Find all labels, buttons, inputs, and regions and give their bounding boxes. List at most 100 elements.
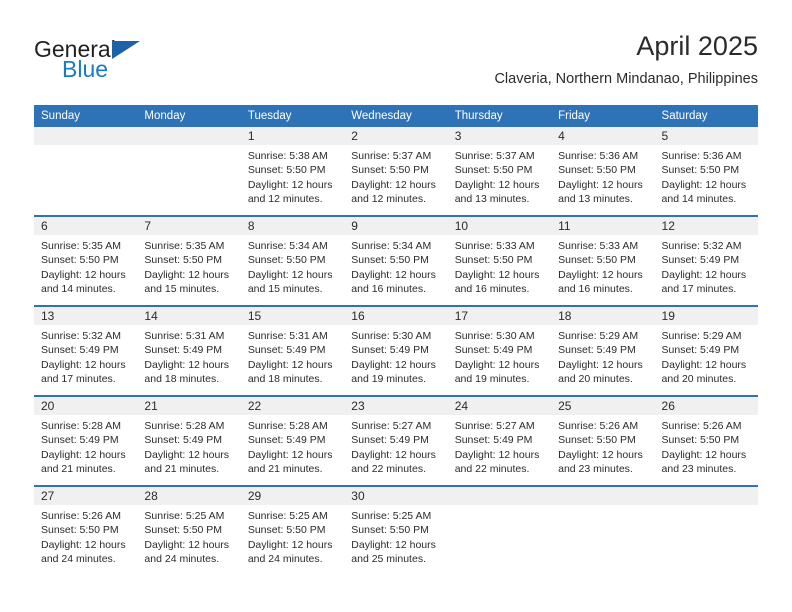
calendar-day-cell[interactable]: 23 Sunrise: 5:27 AM Sunset: 5:49 PM Dayligh… [344, 395, 448, 486]
daylight-text: Daylight: 12 hours and 23 minutes. [558, 448, 643, 476]
calendar-day-cell[interactable]: 24 Sunrise: 5:27 AM Sunset: 5:49 PM Dayligh… [447, 395, 552, 486]
daylight-text: Daylight: 12 hours and 21 minutes. [41, 448, 126, 476]
calendar-week-row: 27 Sunrise: 5:26 AM Sunset: 5:50 PM Dayligh… [34, 485, 758, 575]
sunset-text: Sunset: 5:49 PM [351, 344, 429, 357]
daylight-text: Daylight: 12 hours and 12 minutes. [351, 178, 436, 206]
day-details: Sunrise: 5:31 AM Sunset: 5:49 PM Daylight:… [241, 325, 344, 387]
sunrise-text: Sunrise: 5:29 AM [558, 330, 639, 342]
sunset-text: Sunset: 5:49 PM [661, 344, 740, 357]
sunrise-text: Sunrise: 5:25 AM [351, 510, 432, 522]
day-number: 28 [137, 487, 241, 505]
daylight-text: Daylight: 12 hours and 21 minutes. [144, 448, 230, 476]
sunset-text: Sunset: 5:50 PM [351, 164, 429, 177]
calendar-day-cell[interactable]: 26 Sunrise: 5:26 AM Sunset: 5:50 PM Dayligh… [654, 395, 758, 486]
day-number: 5 [654, 127, 758, 145]
day-details: Sunrise: 5:27 AM Sunset: 5:49 PM Daylight:… [344, 415, 447, 477]
calendar-day-cell[interactable]: 30 Sunrise: 5:25 AM Sunset: 5:50 PM Dayligh… [344, 485, 448, 575]
title-block: April 2025 Claveria, Northern Mindanao, … [494, 30, 758, 88]
sunrise-text: Sunrise: 5:26 AM [41, 510, 121, 522]
sunset-text: Sunset: 5:50 PM [41, 254, 119, 267]
daylight-text: Daylight: 12 hours and 17 minutes. [41, 358, 126, 386]
calendar-day-cell[interactable]: 12 Sunrise: 5:32 AM Sunset: 5:49 PM Dayligh… [654, 215, 758, 306]
calendar-body: 1 Sunrise: 5:38 AM Sunset: 5:50 PM Daylight… [34, 127, 758, 575]
day-number: 17 [447, 307, 552, 325]
logo-text-blue: Blue [62, 56, 109, 82]
calendar-day-cell[interactable]: 1 Sunrise: 5:38 AM Sunset: 5:50 PM Daylight… [240, 127, 345, 216]
sunrise-text: Sunrise: 5:31 AM [247, 330, 328, 342]
calendar-day-cell[interactable]: 11 Sunrise: 5:33 AM Sunset: 5:50 PM Dayligh… [551, 215, 655, 306]
calendar-day-cell[interactable]: 16 Sunrise: 5:30 AM Sunset: 5:49 PM Dayligh… [344, 305, 448, 396]
day-details: Sunrise: 5:27 AM Sunset: 5:49 PM Daylight:… [448, 415, 551, 477]
day-number: 9 [344, 217, 448, 235]
sunset-text: Sunset: 5:49 PM [454, 344, 533, 357]
calendar-day-cell[interactable]: 15 Sunrise: 5:31 AM Sunset: 5:49 PM Dayligh… [240, 305, 345, 396]
calendar-day-cell[interactable]: 28 Sunrise: 5:25 AM Sunset: 5:50 PM Dayligh… [137, 485, 241, 575]
day-number: 27 [34, 487, 138, 505]
sunrise-text: Sunrise: 5:30 AM [351, 330, 432, 342]
calendar-table: Sunday Monday Tuesday Wednesday Thursday… [34, 105, 758, 575]
calendar-day-cell[interactable]: 27 Sunrise: 5:26 AM Sunset: 5:50 PM Dayligh… [34, 485, 138, 575]
sunrise-text: Sunrise: 5:25 AM [144, 510, 225, 522]
sunset-text: Sunset: 5:49 PM [41, 434, 119, 447]
day-number: 13 [34, 307, 138, 325]
day-details: Sunrise: 5:25 AM Sunset: 5:50 PM Daylight:… [241, 505, 344, 567]
daylight-text: Daylight: 12 hours and 24 minutes. [41, 538, 126, 566]
weekday-header-friday: Friday [551, 105, 655, 127]
calendar-day-cell[interactable]: 25 Sunrise: 5:26 AM Sunset: 5:50 PM Dayligh… [551, 395, 655, 486]
calendar-day-cell[interactable]: 2 Sunrise: 5:37 AM Sunset: 5:50 PM Daylight… [344, 127, 448, 216]
day-number: 29 [240, 487, 345, 505]
daylight-text: Daylight: 12 hours and 14 minutes. [41, 268, 126, 296]
calendar-day-cell[interactable]: 20 Sunrise: 5:28 AM Sunset: 5:49 PM Dayligh… [34, 395, 138, 486]
calendar-day-cell[interactable]: 9 Sunrise: 5:34 AM Sunset: 5:50 PM Daylight… [344, 215, 448, 306]
weekday-header-sunday: Sunday [34, 105, 138, 127]
daylight-text: Daylight: 12 hours and 18 minutes. [144, 358, 230, 386]
sunrise-text: Sunrise: 5:26 AM [558, 420, 639, 432]
day-details: Sunrise: 5:28 AM Sunset: 5:49 PM Daylight:… [34, 415, 137, 477]
daylight-text: Daylight: 12 hours and 22 minutes. [454, 448, 540, 476]
calendar-day-cell[interactable]: 29 Sunrise: 5:25 AM Sunset: 5:50 PM Dayligh… [240, 485, 345, 575]
day-number: 1 [240, 127, 345, 145]
day-details: Sunrise: 5:26 AM Sunset: 5:50 PM Daylight:… [34, 505, 137, 567]
weekday-header-saturday: Saturday [654, 105, 758, 127]
sunrise-text: Sunrise: 5:28 AM [41, 420, 121, 432]
calendar-day-cell[interactable]: 6 Sunrise: 5:35 AM Sunset: 5:50 PM Daylight… [34, 215, 138, 306]
day-details: Sunrise: 5:36 AM Sunset: 5:50 PM Daylight:… [551, 145, 654, 207]
daylight-text: Daylight: 12 hours and 20 minutes. [661, 358, 747, 386]
calendar-day-cell[interactable]: 19 Sunrise: 5:29 AM Sunset: 5:49 PM Dayligh… [654, 305, 758, 396]
calendar-week-row: 13 Sunrise: 5:32 AM Sunset: 5:49 PM Dayligh… [34, 305, 758, 396]
sunset-text: Sunset: 5:50 PM [661, 164, 740, 177]
sunrise-text: Sunrise: 5:36 AM [558, 150, 639, 162]
calendar-day-cell[interactable]: 7 Sunrise: 5:35 AM Sunset: 5:50 PM Daylight… [137, 215, 241, 306]
day-number [447, 487, 552, 505]
sunrise-text: Sunrise: 5:27 AM [454, 420, 535, 432]
calendar-day-cell[interactable]: 5 Sunrise: 5:36 AM Sunset: 5:50 PM Daylight… [654, 127, 758, 216]
sunset-text: Sunset: 5:49 PM [661, 254, 740, 267]
calendar-day-cell[interactable]: 22 Sunrise: 5:28 AM Sunset: 5:49 PM Dayligh… [240, 395, 345, 486]
calendar-day-cell[interactable]: 8 Sunrise: 5:34 AM Sunset: 5:50 PM Daylight… [240, 215, 345, 306]
sunset-text: Sunset: 5:50 PM [558, 434, 636, 447]
calendar-day-cell[interactable]: 3 Sunrise: 5:37 AM Sunset: 5:50 PM Daylight… [447, 127, 552, 216]
day-number: 15 [240, 307, 345, 325]
calendar-day-cell[interactable]: 4 Sunrise: 5:36 AM Sunset: 5:50 PM Daylight… [551, 127, 655, 216]
sunset-text: Sunset: 5:49 PM [144, 344, 223, 357]
weekday-header-monday: Monday [137, 105, 241, 127]
day-number: 23 [344, 397, 448, 415]
weekday-header-tuesday: Tuesday [240, 105, 345, 127]
daylight-text: Daylight: 12 hours and 19 minutes. [351, 358, 436, 386]
calendar-day-cell[interactable]: 18 Sunrise: 5:29 AM Sunset: 5:49 PM Dayligh… [551, 305, 655, 396]
day-details: Sunrise: 5:32 AM Sunset: 5:49 PM Daylight:… [655, 235, 758, 297]
calendar-day-cell[interactable]: 17 Sunrise: 5:30 AM Sunset: 5:49 PM Dayligh… [447, 305, 552, 396]
calendar-day-cell[interactable]: 13 Sunrise: 5:32 AM Sunset: 5:49 PM Dayligh… [34, 305, 138, 396]
sunset-text: Sunset: 5:50 PM [558, 254, 636, 267]
calendar-week-row: 1 Sunrise: 5:38 AM Sunset: 5:50 PM Daylight… [34, 127, 758, 216]
calendar-day-cell[interactable]: 10 Sunrise: 5:33 AM Sunset: 5:50 PM Dayligh… [447, 215, 552, 306]
calendar-day-cell[interactable]: 14 Sunrise: 5:31 AM Sunset: 5:49 PM Dayligh… [137, 305, 241, 396]
calendar-day-cell[interactable]: 21 Sunrise: 5:28 AM Sunset: 5:49 PM Dayligh… [137, 395, 241, 486]
day-details: Sunrise: 5:36 AM Sunset: 5:50 PM Daylight:… [655, 145, 758, 207]
daylight-text: Daylight: 12 hours and 22 minutes. [351, 448, 436, 476]
sunset-text: Sunset: 5:50 PM [351, 254, 429, 267]
day-number: 2 [344, 127, 448, 145]
sunrise-text: Sunrise: 5:33 AM [454, 240, 535, 252]
general-blue-logo: General Blue [34, 36, 214, 90]
day-details: Sunrise: 5:30 AM Sunset: 5:49 PM Daylight:… [448, 325, 551, 387]
